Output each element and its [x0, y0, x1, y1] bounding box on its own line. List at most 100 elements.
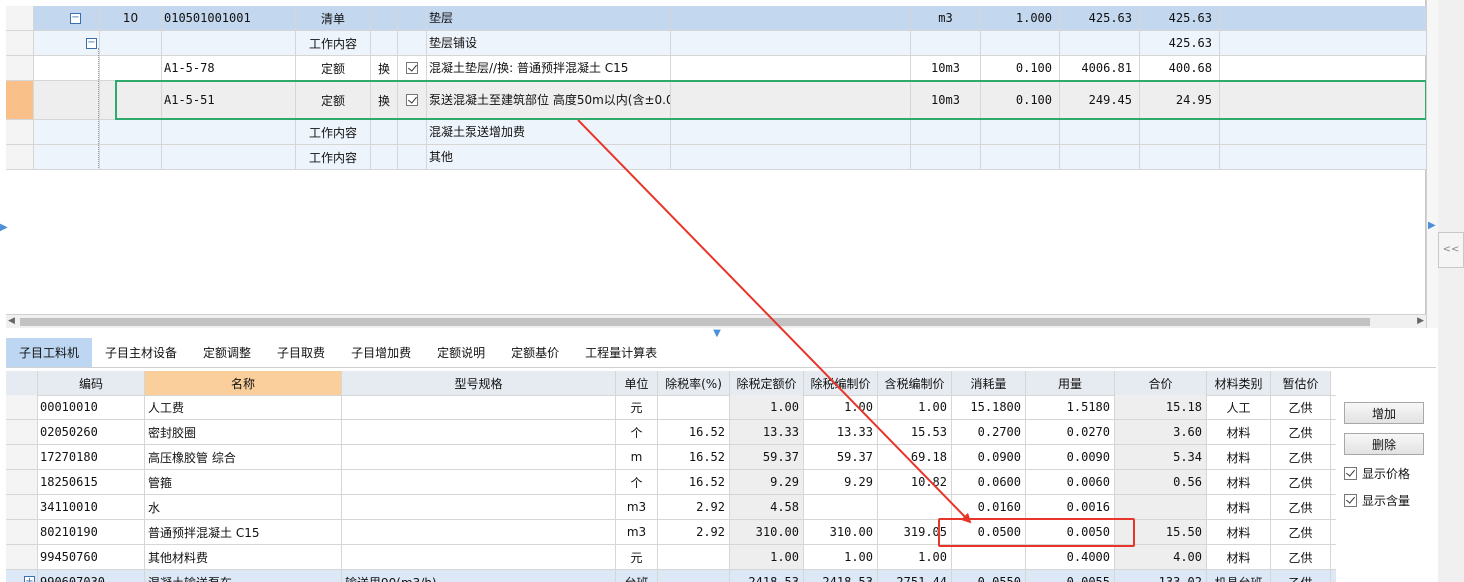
tree-cell[interactable] — [34, 56, 100, 80]
header-code[interactable]: 编码 — [38, 371, 145, 395]
header-category[interactable]: 材料类别 — [1207, 371, 1271, 395]
tax-price-cell[interactable]: 15.53 — [878, 420, 952, 444]
name-cell[interactable]: 混凝土垫层//换: 普通预拌混凝土 C15 — [427, 56, 671, 80]
code-cell[interactable]: 010501001001 — [162, 6, 296, 30]
qty-cell[interactable] — [981, 145, 1060, 169]
row-indicator[interactable] — [6, 120, 34, 144]
resource-row[interactable]: 17270180 高压橡胶管 综合 m 16.52 59.37 59.37 69.18 0.0… — [6, 445, 1336, 470]
category-cell[interactable]: 材料 — [1207, 520, 1271, 544]
header-tax-rate[interactable]: 除税率(%) — [658, 371, 730, 395]
tax-price-cell[interactable]: 1.00 — [878, 545, 952, 569]
name-cell[interactable]: 水 — [145, 495, 342, 519]
name-cell[interactable]: 普通预拌混凝土 C15 — [145, 520, 342, 544]
row-indicator[interactable] — [6, 6, 34, 30]
tab-2[interactable]: 子目主材设备 — [92, 338, 190, 367]
tab-8[interactable]: 工程量计算表 — [572, 338, 670, 367]
quota-row[interactable]: − 工作内容 垫层铺设 425.63 — [6, 31, 1426, 56]
name-cell[interactable]: 管箍 — [145, 470, 342, 494]
name-cell[interactable]: 垫层铺设 — [427, 31, 671, 55]
unit-cell[interactable]: 个 — [616, 470, 658, 494]
header-name[interactable]: 名称 — [145, 371, 342, 395]
compile-price-cell[interactable] — [804, 495, 878, 519]
resource-row[interactable]: +990607030混凝土输送泵车输送里90(m3/h)台班 2418.53241… — [6, 570, 1336, 582]
estimate-cell[interactable]: 乙供 — [1271, 470, 1331, 494]
resource-row[interactable]: 00010010 人工费元 1.00 1.00 1.00 15.1800 1.5180 15.… — [6, 395, 1336, 420]
unit-cell[interactable]: m — [616, 445, 658, 469]
collapse-icon[interactable]: − — [86, 38, 97, 49]
category-cell[interactable]: 材料 — [1207, 470, 1271, 494]
spec-cell[interactable] — [342, 470, 616, 494]
code-cell[interactable]: 17270180 — [38, 445, 145, 469]
estimate-cell[interactable]: 乙供 — [1271, 545, 1331, 569]
spec-cell[interactable] — [342, 545, 616, 569]
row-indicator[interactable] — [6, 56, 34, 80]
header-compile-price[interactable]: 除税编制价 — [804, 371, 878, 395]
compile-price-cell[interactable]: 13.33 — [804, 420, 878, 444]
splitter-chevron-icon[interactable]: ▼ — [710, 328, 724, 339]
tax-price-cell[interactable]: 10.82 — [878, 470, 952, 494]
code-cell[interactable]: A1-5-78 — [162, 56, 296, 80]
unit-cell[interactable]: 元 — [616, 545, 658, 569]
scroll-left-icon[interactable]: ◀ — [8, 316, 15, 326]
header-sum[interactable]: 合价 — [1115, 371, 1207, 395]
consumption-cell[interactable]: 0.0900 — [952, 445, 1026, 469]
resource-row[interactable]: 18250615 管箍个 16.52 9.29 9.29 10.82 0.0600 0.006… — [6, 470, 1336, 495]
tax-price-cell[interactable]: 2751.44 — [878, 570, 952, 582]
code-cell[interactable]: 80210190 — [38, 520, 145, 544]
header-usage[interactable]: 用量 — [1026, 371, 1115, 395]
estimate-cell[interactable]: 乙供 — [1271, 495, 1331, 519]
tab-1[interactable]: 子目工料机 — [6, 338, 93, 367]
header-unit[interactable]: 单位 — [616, 371, 658, 395]
check-cell[interactable] — [398, 145, 427, 169]
tax-rate-cell[interactable] — [658, 545, 730, 569]
compile-price-cell[interactable]: 2418.53 — [804, 570, 878, 582]
resource-row[interactable]: 80210190 普通预拌混凝土 C15 m3 2.92 310.00 310.00 319… — [6, 520, 1336, 545]
name-cell[interactable]: 其他 — [427, 145, 671, 169]
checkbox-icon[interactable] — [1344, 494, 1357, 507]
tax-price-cell[interactable] — [878, 495, 952, 519]
name-cell[interactable]: 垫层 — [427, 6, 671, 30]
tree-cell[interactable] — [34, 81, 100, 119]
estimate-cell[interactable]: 乙供 — [1271, 445, 1331, 469]
compile-price-cell[interactable]: 59.37 — [804, 445, 878, 469]
horizontal-scrollbar[interactable]: ◀ ▶ — [6, 314, 1426, 328]
name-cell[interactable]: 泵送混凝土至建筑部位 高度50m以内(含±0.00以下)//换: 普通预拌混凝土… — [427, 81, 671, 119]
consumption-cell[interactable]: 0.0550 — [952, 570, 1026, 582]
check-cell[interactable] — [398, 31, 427, 55]
tree-cell[interactable]: − — [34, 31, 100, 55]
scrollbar-thumb[interactable] — [20, 318, 1370, 326]
name-cell[interactable]: 混凝土泵送增加费 — [427, 120, 671, 144]
delete-button[interactable]: 删除 — [1344, 433, 1424, 455]
check-cell[interactable] — [398, 6, 427, 30]
name-cell[interactable]: 人工费 — [145, 395, 342, 419]
compile-price-cell[interactable]: 310.00 — [804, 520, 878, 544]
code-cell[interactable] — [162, 145, 296, 169]
estimate-cell[interactable]: 乙供 — [1271, 420, 1331, 444]
tax-rate-cell[interactable]: 2.92 — [658, 495, 730, 519]
row-indicator[interactable] — [6, 145, 34, 169]
quota-row[interactable]: 工作内容 其他 — [6, 145, 1426, 170]
qty-cell[interactable]: 0.100 — [981, 56, 1060, 80]
tab-7[interactable]: 定额基价 — [498, 338, 572, 367]
consumption-cell[interactable] — [952, 545, 1026, 569]
tree-cell[interactable] — [34, 120, 100, 144]
row-indicator[interactable] — [6, 520, 38, 544]
unit-cell[interactable]: 台班 — [616, 570, 658, 582]
qty-cell[interactable] — [981, 31, 1060, 55]
compile-price-cell[interactable]: 9.29 — [804, 470, 878, 494]
unit-cell[interactable]: m3 — [616, 495, 658, 519]
code-cell[interactable]: A1-5-51 — [162, 81, 296, 119]
tax-rate-cell[interactable]: 2.92 — [658, 520, 730, 544]
show-qty-checkbox[interactable]: 显示含量 — [1344, 492, 1410, 509]
category-cell[interactable]: 人工 — [1207, 395, 1271, 419]
header-spec[interactable]: 型号规格 — [342, 371, 616, 395]
spec-cell[interactable] — [342, 445, 616, 469]
row-indicator[interactable] — [6, 545, 38, 569]
tax-rate-cell[interactable] — [658, 570, 730, 582]
add-button[interactable]: 增加 — [1344, 402, 1424, 424]
code-cell[interactable]: 00010010 — [38, 395, 145, 419]
quota-row[interactable]: A1-5-51定额换泵送混凝土至建筑部位 高度50m以内(含±0.00以下)//… — [6, 81, 1426, 120]
checkbox-icon[interactable] — [406, 94, 418, 106]
show-price-checkbox[interactable]: 显示价格 — [1344, 465, 1410, 482]
row-indicator[interactable] — [6, 495, 38, 519]
